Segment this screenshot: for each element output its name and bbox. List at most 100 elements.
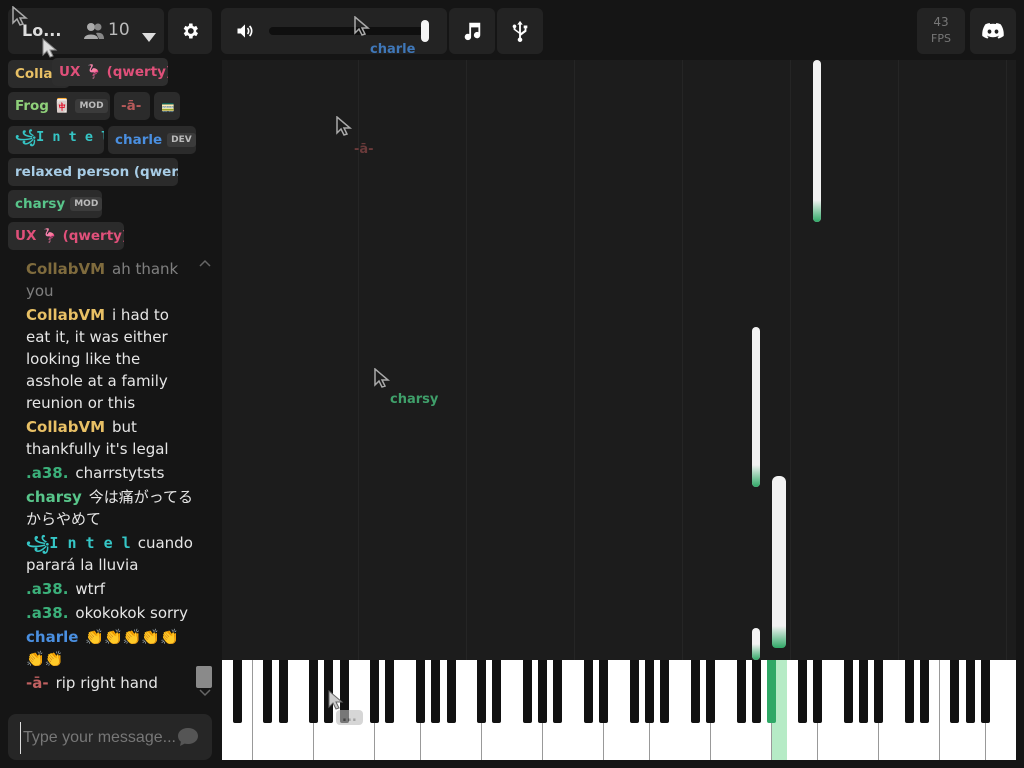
chat-username[interactable]: .a38. (26, 580, 68, 598)
user-chip[interactable]: 🚃 (154, 92, 180, 120)
room-selector[interactable]: Lo... 10 (8, 8, 164, 54)
scroll-up-icon[interactable] (199, 258, 211, 268)
chat-username[interactable]: charle (26, 628, 78, 646)
chat-username[interactable]: .a38. (26, 464, 68, 482)
cursor-label: ... (336, 710, 363, 725)
black-key[interactable] (538, 660, 548, 723)
volume-icon[interactable] (235, 21, 255, 41)
chat-username[interactable]: -ā- (26, 674, 49, 692)
black-key[interactable] (660, 660, 670, 723)
black-key[interactable] (950, 660, 960, 723)
chat-message: charle 👏👏👏👏👏👏👏 (26, 626, 194, 670)
chat-scrollbar[interactable] (196, 666, 212, 688)
black-key[interactable] (385, 660, 395, 723)
chat-username[interactable]: CollabVM (26, 306, 105, 324)
black-key[interactable] (736, 660, 746, 723)
black-key[interactable] (309, 660, 319, 723)
black-key[interactable] (522, 660, 532, 723)
black-key[interactable] (858, 660, 868, 723)
falling-note (772, 476, 786, 648)
discord-icon (982, 23, 1004, 39)
lane-divider (898, 60, 899, 660)
chat-message: ꧁I n t e l cuando parará la lluvia (26, 532, 194, 576)
black-key[interactable] (278, 660, 288, 723)
chat-bubble-icon[interactable] (176, 726, 200, 748)
lane-divider (574, 60, 575, 660)
user-count: 10 (108, 20, 130, 40)
black-key[interactable] (874, 660, 884, 723)
lane-divider (790, 60, 791, 660)
black-key[interactable] (232, 660, 242, 723)
chat-username[interactable]: charsy (26, 488, 82, 506)
black-key[interactable] (981, 660, 990, 723)
black-key[interactable] (553, 660, 563, 723)
black-key[interactable] (965, 660, 975, 723)
black-key[interactable] (645, 660, 655, 723)
user-chip[interactable]: charsy MOD (8, 190, 102, 218)
black-key[interactable] (690, 660, 700, 723)
black-key[interactable] (904, 660, 914, 723)
black-key[interactable] (263, 660, 273, 723)
black-key[interactable] (629, 660, 639, 723)
music-button[interactable] (449, 8, 495, 54)
user-badge: MOD (75, 99, 108, 113)
black-key[interactable] (477, 660, 487, 723)
black-key[interactable] (446, 660, 456, 723)
black-key[interactable] (706, 660, 716, 723)
black-key[interactable] (843, 660, 853, 723)
black-key[interactable] (492, 660, 502, 723)
user-chip[interactable]: Frog 🀄 MOD (8, 92, 110, 120)
cursor-arrow-icon (328, 690, 344, 710)
lane-divider (1006, 60, 1007, 660)
chat-message: -ā-rip right hand (26, 672, 194, 694)
chat-text: rip right hand (55, 674, 158, 692)
chat-input[interactable] (20, 722, 181, 754)
chat-log: CollabVM ah thank you CollabVM i had to ea… (26, 258, 194, 696)
user-chip[interactable]: UX 🦩 (qwerty) (8, 222, 124, 250)
user-name: charsy (15, 196, 66, 212)
settings-button[interactable] (168, 8, 212, 54)
volume-slider[interactable] (269, 27, 429, 35)
black-key[interactable] (767, 660, 777, 723)
black-key[interactable] (416, 660, 425, 723)
user-name: charle (115, 132, 163, 148)
user-chip[interactable]: UX 🦩 (qwerty) (52, 58, 168, 86)
black-key[interactable] (751, 660, 761, 723)
chat-username[interactable]: .a38. (26, 604, 68, 622)
user-chip[interactable]: -ā- (114, 92, 150, 120)
black-key[interactable] (370, 660, 380, 723)
fps-counter: 43 FPS (917, 8, 965, 54)
chat-input-container (8, 714, 212, 760)
scroll-down-icon[interactable] (199, 688, 211, 698)
user-name: Frog 🀄 (15, 98, 71, 114)
chat-text: charrstytsts (75, 464, 165, 482)
fps-label: FPS (931, 32, 951, 45)
chat-username[interactable]: CollabVM (26, 260, 105, 278)
black-key[interactable] (797, 660, 807, 723)
cursor-arrow-icon (354, 16, 371, 36)
chevron-down-icon[interactable] (142, 33, 156, 42)
falling-note (752, 327, 760, 487)
user-chip[interactable]: relaxed person (qwer... (8, 158, 178, 186)
falling-note (813, 60, 821, 222)
chat-message: CollabVM ah thank you (26, 258, 194, 302)
midi-usb-button[interactable] (497, 8, 543, 54)
black-key[interactable] (583, 660, 593, 723)
chat-username[interactable]: CollabVM (26, 418, 105, 436)
black-key[interactable] (431, 660, 441, 723)
cursor-label: -ā- (354, 142, 374, 157)
chat-username[interactable]: ꧁I n t e l (26, 534, 131, 552)
volume-slider-handle[interactable] (421, 20, 429, 42)
discord-button[interactable] (970, 8, 1016, 54)
user-chip[interactable]: ꧁I n t e l (8, 126, 104, 154)
black-key[interactable] (599, 660, 609, 723)
white-key[interactable] (1000, 660, 1016, 760)
cursor-arrow-icon (374, 368, 391, 388)
user-chip[interactable]: charle DEV (108, 126, 196, 154)
user-name: 🚃 (161, 99, 175, 113)
black-key[interactable] (919, 660, 929, 723)
usb-icon (512, 20, 528, 42)
black-key[interactable] (813, 660, 823, 723)
note-visualizer (222, 60, 1016, 660)
lane-divider (466, 60, 467, 660)
